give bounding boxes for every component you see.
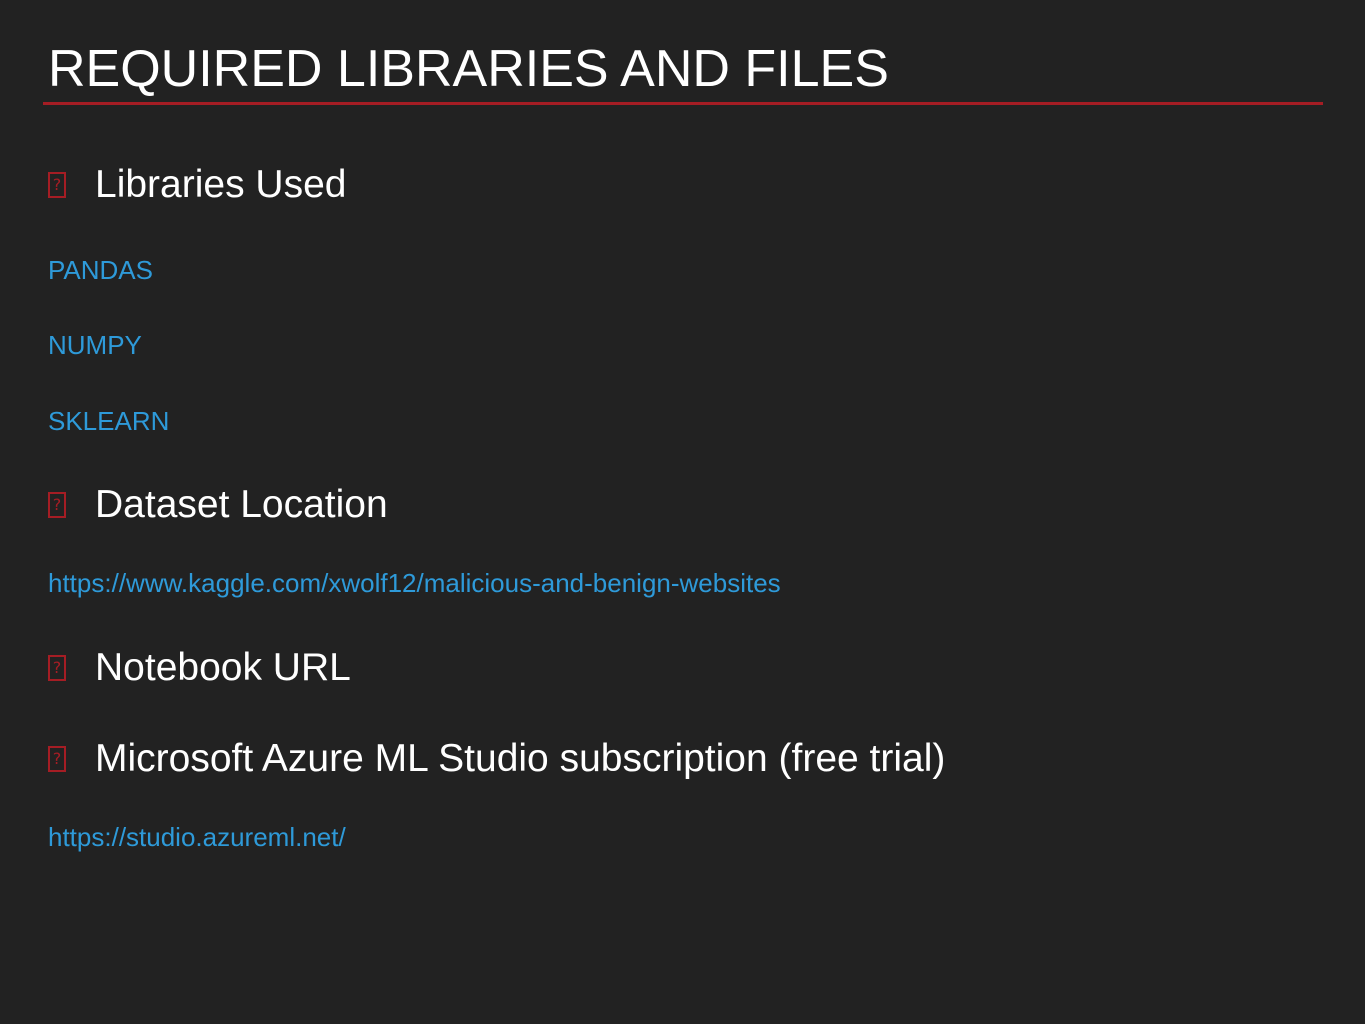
bullet-libraries-used: ? Libraries Used bbox=[48, 162, 346, 208]
bullet-label: Microsoft Azure ML Studio subscription (… bbox=[95, 737, 946, 780]
azure-studio-link[interactable]: https://studio.azureml.net/ bbox=[48, 822, 346, 852]
bullet-dataset-location: ? Dataset Location bbox=[48, 482, 388, 528]
missing-glyph-icon: ? bbox=[48, 492, 66, 518]
bullet-azure-subscription: ? Microsoft Azure ML Studio subscription… bbox=[48, 736, 945, 782]
title-underline bbox=[43, 102, 1323, 105]
library-item-sklearn: SKLEARN bbox=[48, 406, 170, 436]
library-item-pandas: PANDAS bbox=[48, 255, 153, 285]
bullet-label: Libraries Used bbox=[95, 163, 347, 206]
slide-title: REQUIRED LIBRARIES AND FILES bbox=[48, 40, 889, 98]
missing-glyph-icon: ? bbox=[48, 746, 66, 772]
dataset-link[interactable]: https://www.kaggle.com/xwolf12/malicious… bbox=[48, 568, 781, 598]
bullet-label: Dataset Location bbox=[95, 483, 388, 526]
missing-glyph-icon: ? bbox=[48, 655, 66, 681]
bullet-notebook-url: ? Notebook URL bbox=[48, 645, 351, 691]
missing-glyph-icon: ? bbox=[48, 172, 66, 198]
bullet-label: Notebook URL bbox=[95, 646, 351, 689]
slide: REQUIRED LIBRARIES AND FILES ? Libraries… bbox=[0, 0, 1365, 1024]
library-item-numpy: NUMPY bbox=[48, 330, 142, 360]
